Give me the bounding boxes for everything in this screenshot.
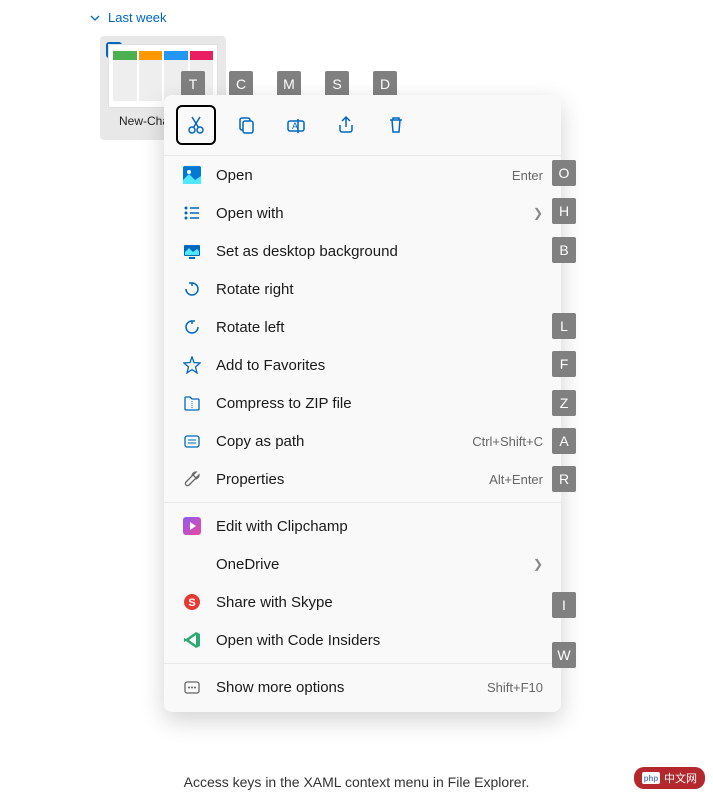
open-with-icon <box>182 203 202 223</box>
zip-icon <box>182 393 202 413</box>
rotate-left-icon <box>182 317 202 337</box>
menu-label: Rotate left <box>216 319 543 336</box>
menu-label: Rotate right <box>216 281 543 298</box>
access-key-skype: I <box>552 592 576 618</box>
menu-label: Properties <box>216 471 489 488</box>
menu-rotate-left[interactable]: Rotate left <box>164 308 561 346</box>
menu-show-more[interactable]: Show more options Shift+F10 <box>164 668 561 706</box>
menu-onedrive[interactable]: OneDrive ❯ <box>164 545 561 583</box>
menu-shortcut: Enter <box>512 168 543 183</box>
share-icon <box>336 115 356 135</box>
section-header[interactable]: Last week <box>90 10 167 25</box>
access-key-rotate-left: L <box>552 313 576 339</box>
menu-open[interactable]: Open Enter <box>164 156 561 194</box>
access-key-cut: T <box>181 71 205 97</box>
menu-clipchamp[interactable]: Edit with Clipchamp <box>164 507 561 545</box>
svg-text:A: A <box>292 121 298 131</box>
photo-icon <box>182 165 202 185</box>
menu-copy-path[interactable]: Copy as path Ctrl+Shift+C <box>164 422 561 460</box>
clipchamp-icon <box>182 516 202 536</box>
menu-label: Compress to ZIP file <box>216 395 543 412</box>
menu-favorites[interactable]: Add to Favorites <box>164 346 561 384</box>
menu-properties[interactable]: Properties Alt+Enter <box>164 460 561 498</box>
access-key-share: S <box>325 71 349 97</box>
menu-shortcut: Ctrl+Shift+C <box>472 434 543 449</box>
caption: Access keys in the XAML context menu in … <box>0 774 713 790</box>
access-key-background: B <box>552 237 576 263</box>
svg-text:S: S <box>188 597 195 609</box>
menu-label: Edit with Clipchamp <box>216 518 543 535</box>
menu-label: Add to Favorites <box>216 357 543 374</box>
rotate-right-icon <box>182 279 202 299</box>
delete-button[interactable] <box>376 105 416 145</box>
access-key-properties: R <box>552 466 576 492</box>
copy-path-icon <box>182 431 202 451</box>
menu-compress[interactable]: Compress to ZIP file <box>164 384 561 422</box>
watermark: php 中文网 <box>634 767 705 789</box>
menu-skype[interactable]: S Share with Skype <box>164 583 561 621</box>
chevron-right-icon: ❯ <box>533 557 543 571</box>
access-key-rename: M <box>277 71 301 97</box>
menu-label: Set as desktop background <box>216 243 543 260</box>
menu-label: Open with Code Insiders <box>216 632 543 649</box>
access-key-open-with: H <box>552 198 576 224</box>
context-menu: A Open Enter Open with ❯ Set as desktop … <box>164 95 561 712</box>
access-key-delete: D <box>373 71 397 97</box>
rename-button[interactable]: A <box>276 105 316 145</box>
menu-open-with[interactable]: Open with ❯ <box>164 194 561 232</box>
rename-icon: A <box>286 115 306 135</box>
separator <box>164 663 561 664</box>
more-icon <box>182 677 202 697</box>
wrench-icon <box>182 469 202 489</box>
menu-label: Open <box>216 167 512 184</box>
menu-label: OneDrive <box>216 556 533 573</box>
menu-shortcut: Shift+F10 <box>487 680 543 695</box>
menu-code-insiders[interactable]: Open with Code Insiders <box>164 621 561 659</box>
access-key-compress: Z <box>552 390 576 416</box>
onedrive-icon <box>182 554 202 574</box>
star-icon <box>182 355 202 375</box>
menu-label: Share with Skype <box>216 594 543 611</box>
cut-button[interactable] <box>176 105 216 145</box>
menu-label: Show more options <box>216 679 487 696</box>
access-key-open: O <box>552 160 576 186</box>
access-key-copy-path: A <box>552 428 576 454</box>
separator <box>164 502 561 503</box>
context-menu-toolbar: A <box>164 101 561 156</box>
chevron-down-icon <box>90 12 102 24</box>
access-key-favorites: F <box>552 351 576 377</box>
share-button[interactable] <box>326 105 366 145</box>
scissors-icon <box>186 115 206 135</box>
menu-label: Open with <box>216 205 533 222</box>
access-key-code: W <box>552 642 576 668</box>
skype-icon: S <box>182 592 202 612</box>
menu-set-background[interactable]: Set as desktop background <box>164 232 561 270</box>
copy-button[interactable] <box>226 105 266 145</box>
access-key-copy: C <box>229 71 253 97</box>
menu-rotate-right[interactable]: Rotate right <box>164 270 561 308</box>
copy-icon <box>236 115 256 135</box>
trash-icon <box>386 115 406 135</box>
menu-shortcut: Alt+Enter <box>489 472 543 487</box>
watermark-text: 中文网 <box>664 770 697 786</box>
desktop-icon <box>182 241 202 261</box>
section-label: Last week <box>108 10 167 25</box>
chevron-right-icon: ❯ <box>533 206 543 220</box>
vscode-icon <box>182 630 202 650</box>
menu-label: Copy as path <box>216 433 472 450</box>
php-logo-icon: php <box>642 772 660 784</box>
